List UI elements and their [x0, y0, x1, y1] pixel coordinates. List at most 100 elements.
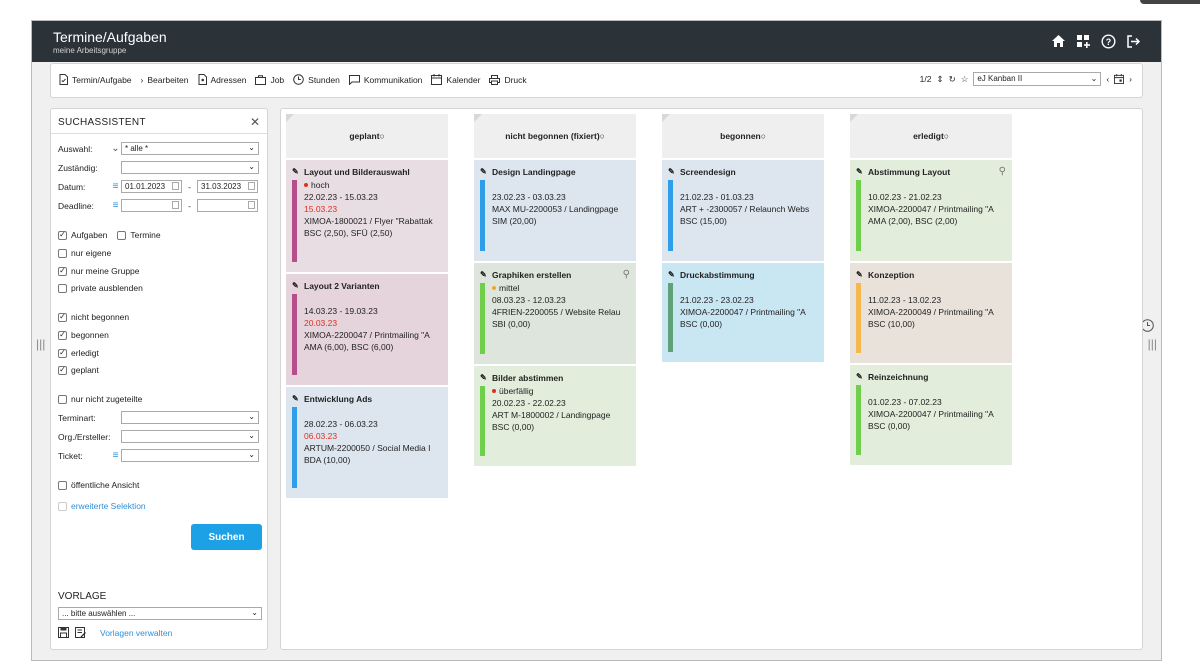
card-title: ✎ Layout und Bilderauswahl [292, 167, 430, 177]
card-title: ✎ Entwicklung Ads [292, 394, 430, 404]
auswahl-label: Auswahl: [58, 143, 93, 154]
card-title: ✎ Reinzeichnung [856, 372, 994, 382]
card-priority: mittel [492, 282, 630, 294]
refresh-icon[interactable]: ↻ [949, 74, 956, 85]
terminart-select[interactable]: ⌄ [121, 411, 259, 424]
column-header[interactable]: nicht begonnen (fixiert) ○ [474, 114, 636, 158]
toolbar-label: Bearbeiten [147, 74, 189, 85]
card-dates: 22.02.23 - 15.03.23 [304, 192, 378, 202]
toolbar-bearbeiten[interactable]: › Bearbeiten [141, 75, 189, 85]
nicht-begonnen-checkbox[interactable]: ✓ [58, 312, 67, 322]
vorlage-select-value: ... bitte auswählen ... [62, 609, 136, 618]
calendar-icon [172, 201, 179, 209]
toolbar: Termin/Aufgabe › Bearbeiten Adressen Job… [50, 63, 1143, 98]
close-icon[interactable]: ✕ [250, 115, 260, 129]
erledigt-checkbox[interactable]: ✓ [58, 348, 67, 358]
termine-checkbox[interactable] [117, 230, 127, 240]
oeffentliche-checkbox[interactable] [58, 480, 67, 490]
card-dates: 20.02.23 - 22.02.23 [492, 398, 566, 408]
chevron-down-icon: ⌄ [248, 450, 255, 459]
paperclip-icon[interactable]: ⚲ [623, 269, 630, 280]
next-icon[interactable]: › [1129, 74, 1132, 84]
home-icon[interactable] [1050, 33, 1066, 49]
pin-icon: ✎ [292, 281, 299, 290]
column-header[interactable]: erledigt ○ [850, 114, 1012, 158]
list-icon[interactable]: ≡ [110, 450, 121, 461]
task-card[interactable]: ✎ Druckabstimmung 21.02.23 - 23.02.23 XIM… [662, 261, 824, 362]
private-checkbox[interactable] [58, 283, 67, 293]
card-title-text: Layout 2 Varianten [304, 281, 380, 291]
clock-icon [293, 74, 304, 85]
datum-from-input[interactable]: 01.01.2023 [121, 180, 182, 193]
task-card[interactable]: ✎ Design Landingpage 23.02.23 - 03.03.23 … [474, 158, 636, 261]
erweiterte-checkbox[interactable] [58, 501, 67, 511]
nur-eigene-checkbox[interactable] [58, 248, 67, 258]
svg-text:?: ? [1105, 37, 1111, 47]
list-icon[interactable]: ≡ [110, 181, 121, 192]
chevron-down-icon: ⌄ [248, 162, 255, 171]
task-card[interactable]: ✎ Reinzeichnung 01.02.23 - 07.02.23 XIMOA… [850, 363, 1012, 465]
task-card[interactable]: ✎ Layout 2 Varianten 14.03.23 - 19.03.23 … [286, 272, 448, 385]
vorlagen-verwalten-link[interactable]: Vorlagen verwalten [100, 628, 172, 638]
pin-icon: ✎ [668, 167, 675, 176]
toolbar-adressen[interactable]: Adressen [198, 74, 246, 85]
private-row: private ausblenden [58, 283, 143, 293]
ticket-select[interactable]: ⌄ [121, 449, 259, 462]
toolbar-termin-aufgabe[interactable]: Termin/Aufgabe [59, 74, 132, 85]
help-icon[interactable]: ? [1100, 33, 1116, 49]
task-card[interactable]: ✎ Konzeption 11.02.23 - 13.02.23 XIMOA-22… [850, 261, 1012, 363]
zustaendig-select[interactable]: ⌄ [121, 161, 259, 174]
chevron-down-icon[interactable]: ⌄ [110, 143, 121, 154]
card-people: AMA (2,00), BSC (2,00) [868, 216, 958, 226]
dashboard-add-icon[interactable] [1075, 33, 1091, 49]
paperclip-icon[interactable]: ⚲ [999, 166, 1006, 177]
kanban-board: geplant ○ ✎ Layout und Bilderauswahl hoch … [280, 108, 1143, 650]
deadline-row: Deadline: ≡ - [58, 199, 258, 212]
task-card[interactable]: ⚲ ✎ Abstimmung Layout 10.02.23 - 21.02.23… [850, 158, 1012, 261]
edit-template-icon[interactable] [75, 627, 86, 638]
task-card[interactable]: ✎ Bilder abstimmen überfällig 20.02.23 - … [474, 364, 636, 466]
sort-updown-icon[interactable]: ⇕ [936, 74, 943, 85]
begonnen-checkbox[interactable]: ✓ [58, 330, 67, 340]
card-dates: 23.02.23 - 03.03.23 [492, 192, 566, 202]
task-card[interactable]: ✎ Entwicklung Ads 28.02.23 - 06.03.23 06.… [286, 385, 448, 498]
card-title-text: Design Landingpage [492, 167, 576, 177]
nur-meine-gruppe-checkbox[interactable]: ✓ [58, 266, 67, 276]
deadline-to-input[interactable] [197, 199, 258, 212]
star-icon[interactable]: ☆ [961, 74, 969, 85]
left-resize-handle[interactable]: ||| [36, 337, 45, 351]
view-select[interactable]: eJ Kanban II ⌄ [973, 72, 1102, 86]
prev-icon[interactable]: ‹ [1106, 74, 1109, 84]
calendar-icon[interactable] [1114, 74, 1125, 84]
save-icon[interactable] [58, 627, 69, 638]
column-header[interactable]: begonnen ○ [662, 114, 824, 158]
toolbar-kalender[interactable]: Kalender [431, 74, 480, 85]
vorlage-select[interactable]: ... bitte auswählen ... ⌄ [58, 607, 262, 620]
deadline-from-input[interactable] [121, 199, 182, 212]
divider [51, 133, 267, 134]
auswahl-select[interactable]: * alle * ⌄ [121, 142, 259, 155]
task-card[interactable]: ⚲ ✎ Graphiken erstellen mittel 08.03.23 -… [474, 261, 636, 364]
logout-icon[interactable] [1125, 33, 1141, 49]
pin-icon: ✎ [856, 372, 863, 381]
card-dates: 08.03.23 - 12.03.23 [492, 295, 566, 305]
geplant-checkbox[interactable]: ✓ [58, 365, 67, 375]
toolbar-stunden[interactable]: Stunden [293, 74, 340, 85]
pager-text: 1/2 [919, 74, 932, 84]
org-select[interactable]: ⌄ [121, 430, 259, 443]
right-resize-handle[interactable]: ||| [1148, 337, 1157, 351]
toolbar-job[interactable]: Job [255, 75, 284, 85]
priority-text: überfällig [499, 386, 534, 396]
card-title-text: Reinzeichnung [868, 372, 929, 382]
task-card[interactable]: ✎ Screendesign 21.02.23 - 01.03.23 ART + … [662, 158, 824, 261]
search-button[interactable]: Suchen [191, 524, 262, 550]
toolbar-kommunikation[interactable]: Kommunikation [348, 74, 422, 85]
column-header[interactable]: geplant ○ [286, 114, 448, 158]
erweiterte-selektion[interactable]: erweiterte Selektion [58, 501, 146, 511]
toolbar-druck[interactable]: Druck [489, 74, 527, 85]
list-icon[interactable]: ≡ [110, 200, 121, 211]
task-card[interactable]: ✎ Layout und Bilderauswahl hoch 22.02.23 … [286, 158, 448, 272]
datum-to-input[interactable]: 31.03.2023 [197, 180, 258, 193]
aufgaben-checkbox[interactable]: ✓ [58, 230, 67, 240]
nur-nicht-zugeteilte-checkbox[interactable] [58, 394, 67, 404]
